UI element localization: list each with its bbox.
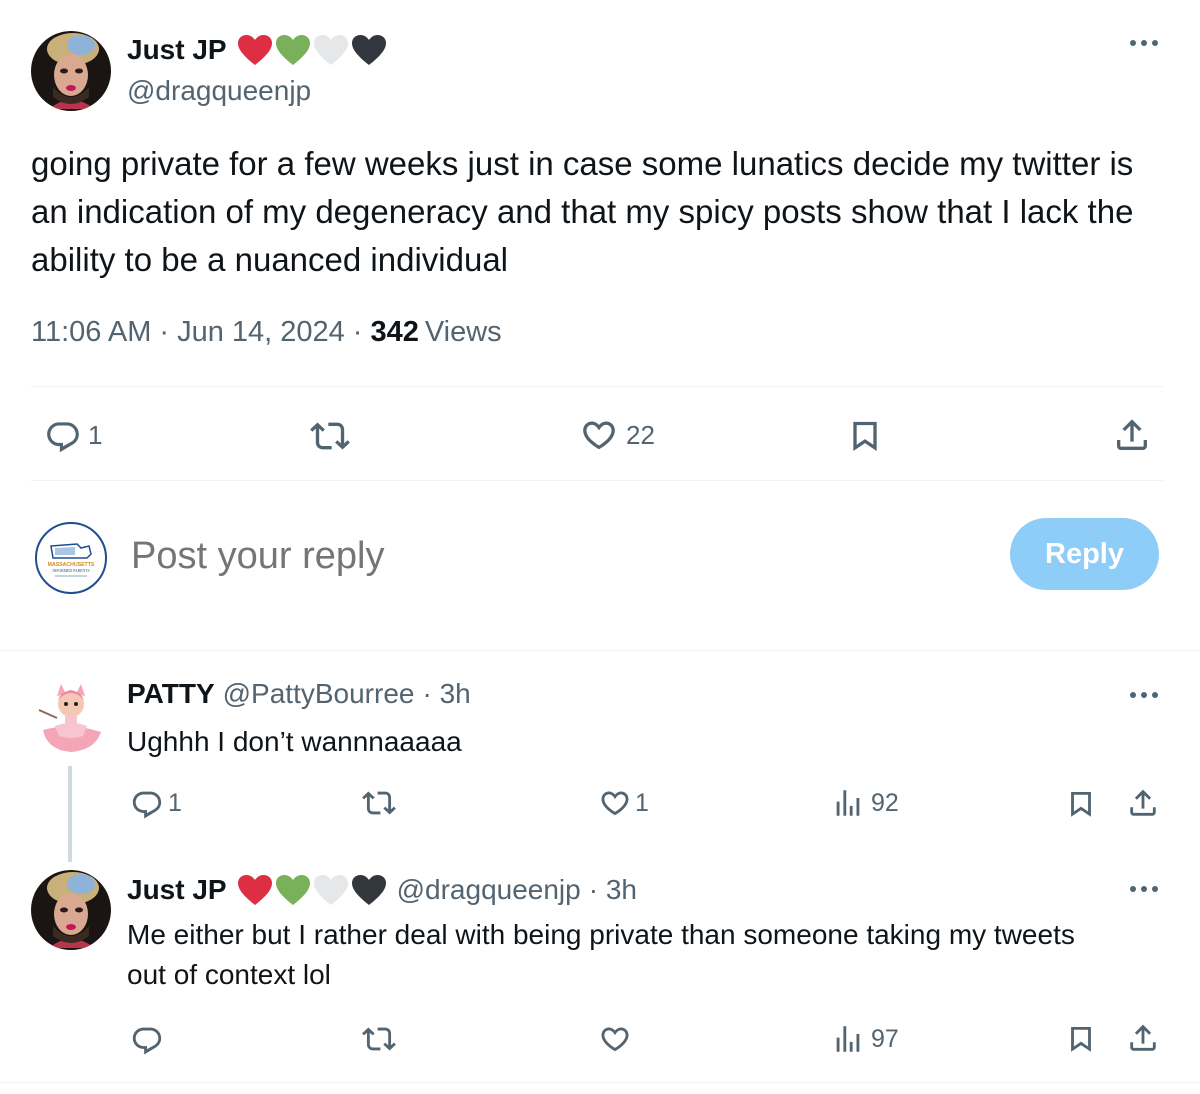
author-handle[interactable]: @dragqueenjp: [127, 75, 311, 107]
share-button[interactable]: [1126, 1020, 1160, 1056]
views-button[interactable]: 92: [831, 786, 899, 820]
author-name[interactable]: Just JP: [127, 34, 227, 66]
like-button[interactable]: 22: [578, 415, 655, 455]
reply-icon: [42, 416, 84, 454]
share-icon: [1126, 785, 1160, 821]
author-handle[interactable]: @dragqueenjp: [397, 874, 581, 906]
bookmark-button[interactable]: [1064, 1021, 1098, 1057]
reply-button[interactable]: Reply: [1010, 518, 1159, 590]
like-count: 1: [635, 788, 649, 817]
author-avatar[interactable]: [31, 870, 111, 950]
separator: ·: [352, 316, 363, 348]
author-name[interactable]: PATTY: [127, 678, 215, 710]
divider: [0, 1082, 1200, 1083]
bookmark-icon: [1064, 786, 1098, 822]
reply-icon: [130, 786, 164, 820]
retweet-button[interactable]: [360, 1022, 398, 1056]
like-button[interactable]: 1: [597, 786, 649, 820]
red-heart-icon: [237, 875, 272, 905]
like-icon: [597, 786, 633, 820]
reply-count: 1: [168, 788, 182, 817]
author-handle[interactable]: @PattyBourree: [223, 678, 415, 710]
divider: [0, 650, 1200, 651]
svg-text:INFORMED PARENTS: INFORMED PARENTS: [52, 569, 89, 573]
green-heart-icon: [275, 875, 310, 905]
views-label: Views: [424, 316, 502, 348]
tweet-time[interactable]: · 3h: [422, 678, 470, 710]
tweet-date[interactable]: Jun 14, 2024: [177, 316, 345, 349]
reply-button[interactable]: 1: [130, 786, 182, 820]
white-heart-icon: [313, 875, 348, 905]
more-icon[interactable]: [1128, 690, 1160, 700]
more-icon[interactable]: [1128, 38, 1160, 48]
tweet-meta: 11:06 AM · Jun 14, 2024 · 342 Views: [31, 316, 502, 349]
retweet-icon: [308, 416, 352, 456]
green-heart-icon: [275, 35, 310, 65]
like-button[interactable]: [597, 1022, 633, 1056]
reply-header: Just JP @dragqueenjp · 3h: [127, 872, 637, 908]
tweet-text: Ughhh I don’t wannnaaaaa: [127, 726, 462, 757]
divider: [31, 386, 1163, 387]
white-heart-icon: [313, 35, 348, 65]
views-icon: [831, 1022, 865, 1056]
thread-line: [68, 766, 72, 862]
tweet-time[interactable]: 11:06 AM: [31, 316, 151, 349]
author-row: Just JP: [127, 32, 387, 68]
like-icon: [578, 415, 620, 455]
retweet-button[interactable]: [360, 786, 398, 820]
user-avatar[interactable]: MASSACHUSETTS INFORMED PARENTS: [35, 522, 107, 594]
reply-button[interactable]: 1: [42, 416, 102, 454]
svg-text:MASSACHUSETTS: MASSACHUSETTS: [48, 562, 95, 568]
retweet-icon: [360, 786, 398, 820]
bookmark-button[interactable]: [1064, 786, 1098, 822]
like-icon: [597, 1022, 633, 1056]
reply-count: 1: [88, 419, 103, 450]
divider: [31, 480, 1163, 481]
views-button[interactable]: 97: [831, 1022, 899, 1056]
retweet-button[interactable]: [308, 416, 352, 456]
separator: ·: [159, 316, 170, 348]
reply-button[interactable]: [130, 1022, 164, 1056]
bookmark-button[interactable]: [845, 415, 885, 457]
tweet-text: going private for a few weeks just in ca…: [31, 145, 1134, 278]
share-button[interactable]: [1126, 785, 1160, 821]
share-icon: [1112, 414, 1152, 456]
red-heart-icon: [237, 35, 272, 65]
views-count: 92: [871, 788, 899, 817]
reply-icon: [130, 1022, 164, 1056]
black-heart-icon: [351, 35, 386, 65]
author-name[interactable]: Just JP: [127, 874, 227, 906]
tweet-time[interactable]: · 3h: [589, 874, 637, 906]
views-icon: [831, 786, 865, 820]
more-icon[interactable]: [1128, 884, 1160, 894]
author-emoji-hearts: [237, 34, 387, 66]
share-button[interactable]: [1112, 414, 1152, 456]
bookmark-icon: [845, 415, 885, 457]
author-avatar[interactable]: [31, 31, 111, 111]
views-count: 97: [871, 1024, 899, 1053]
bookmark-icon: [1064, 1021, 1098, 1057]
reply-header: PATTY @PattyBourree · 3h: [127, 678, 471, 710]
author-avatar[interactable]: [35, 676, 107, 756]
like-count: 22: [626, 419, 655, 450]
retweet-icon: [360, 1022, 398, 1056]
black-heart-icon: [351, 875, 386, 905]
author-emoji-hearts: [237, 874, 387, 906]
tweet-text: Me either but I rather deal with being p…: [127, 919, 1075, 990]
share-icon: [1126, 1020, 1160, 1056]
reply-input[interactable]: [131, 528, 971, 584]
views-count: 342: [370, 316, 419, 348]
